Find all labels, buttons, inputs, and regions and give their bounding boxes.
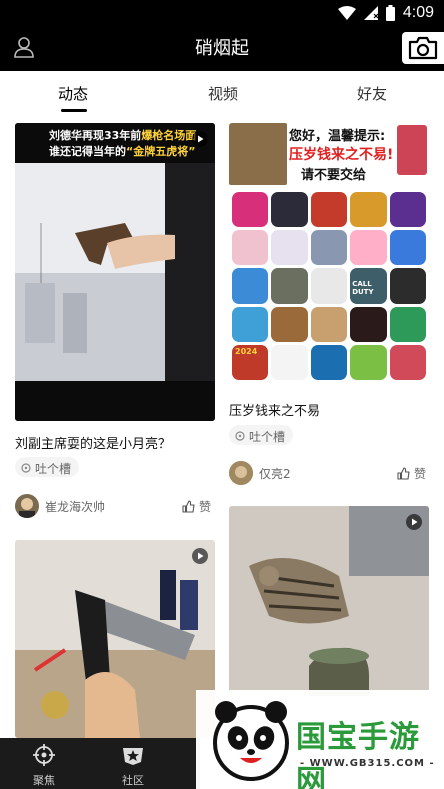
post-media-image[interactable]: 您好，温馨提示: 压岁钱来之不易! 请不要交给 CALL DUTY 2024 [229,123,429,383]
tab-feed[interactable]: 动态 [58,83,88,104]
app-icon-label: 2024 [235,346,258,356]
post-author[interactable]: 仅亮2 [229,461,291,485]
wifi-icon [337,6,356,20]
video-play-icon [192,548,208,564]
app-icon: CALL DUTY [350,268,387,304]
app-icon [389,192,426,228]
app-icon [350,230,387,266]
app-icon [350,192,387,228]
post-author[interactable]: 崔龙海次帅 [15,494,105,518]
app-icon [389,268,426,304]
video-play-icon [406,514,422,530]
app-icon [350,306,387,342]
app-icon [389,344,426,380]
sticker-image [397,125,427,175]
app-icon [232,306,269,342]
app-icon [271,230,308,266]
app-icon [310,306,348,342]
post-caption: 刘副主席耍的这是小月亮？ [15,437,172,452]
app-icon [232,268,269,304]
camera-button[interactable] [402,32,444,64]
app-icon-label: CALL DUTY [352,280,374,297]
bottom-navigation: 聚焦 社区 [0,738,200,789]
comment-icon [235,431,245,441]
active-tab-indicator [61,109,87,112]
star-badge-icon [123,748,143,765]
video-overlay-text: 刘德华再现33年前爆枪名场面 谁还记得当年的“金牌五虎将” [15,123,215,163]
comment-tag[interactable]: 吐个槽 [15,457,80,477]
video-frame-image [15,540,215,738]
app-icon [310,344,348,380]
post-caption: 压岁钱来之不易 [229,404,321,419]
nav-focus[interactable]: 聚焦 [14,744,74,788]
tab-friends[interactable]: 好友 [357,83,387,104]
app-icon [389,230,426,266]
app-title: 硝烟起 [195,38,249,59]
tab-video[interactable]: 视频 [208,83,238,104]
post-media-video[interactable]: 刘德华再现33年前爆枪名场面 谁还记得当年的“金牌五虎将” [15,123,215,421]
app-icon: 2024 [232,344,269,380]
app-icon [232,230,269,266]
author-name: 仅亮2 [259,466,291,481]
app-icon [271,344,308,380]
panda-logo-icon [213,701,289,781]
comment-tag[interactable]: 吐个槽 [229,425,294,445]
app-icon [389,306,426,342]
avatar [15,494,39,518]
app-screen: 4:09 硝烟起 动态 视频 好友 刘德华再现33年前爆枪名场面 谁还记得当年的… [0,0,444,789]
battery-icon [385,5,395,21]
like-button[interactable]: 赞 [182,498,211,515]
app-icon [310,192,348,228]
author-name: 崔龙海次帅 [45,499,106,514]
comment-icon [21,463,31,473]
app-icon [232,192,269,228]
app-icon [271,268,308,304]
video-bottom-bar [15,381,215,421]
banner-text: 您好，温馨提示: 压岁钱来之不易! 请不要交给 [229,123,429,185]
app-icon [271,306,308,342]
status-time: 4:09 [402,4,434,21]
crosshair-icon [33,744,55,766]
app-icon [271,192,308,228]
app-icon [310,230,348,266]
content-tabs: 动态 视频 好友 [0,71,444,115]
thumbs-up-icon [182,500,195,513]
watermark-url: - WWW.GB315.COM - [300,758,435,769]
nav-community[interactable]: 社区 [103,744,163,788]
camera-icon [408,36,438,60]
post-media-video[interactable] [229,506,429,696]
like-button[interactable]: 赞 [397,465,426,482]
watermark-brand: 国宝手游网 [296,720,420,789]
app-icon-grid: CALL DUTY 2024 [229,189,429,383]
post-media-video[interactable] [15,540,215,738]
avatar [229,461,253,485]
video-frame-image [229,506,429,696]
status-bar: 4:09 [337,3,434,23]
top-app-bar: 4:09 硝烟起 [0,0,444,71]
site-watermark: 国宝手游网 - WWW.GB315.COM - [196,690,444,789]
signal-icon [363,6,378,20]
app-icon [310,268,348,304]
meme-avatar [229,123,287,185]
app-icon [350,344,387,380]
thumbs-up-icon [397,467,410,480]
video-frame-image [15,163,215,381]
video-play-icon [192,131,208,147]
